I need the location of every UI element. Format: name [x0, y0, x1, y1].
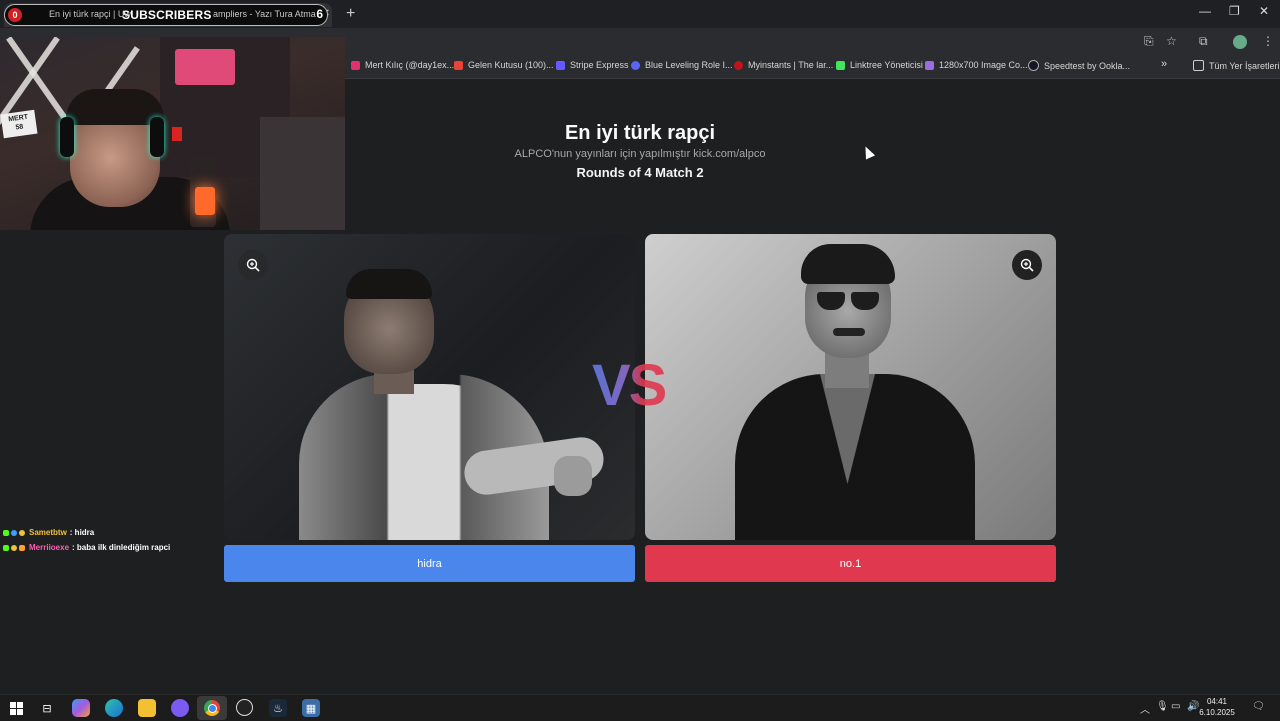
- sub-badge-icon: [11, 529, 17, 536]
- system-clock[interactable]: 04:41 6.10.2025: [1196, 696, 1238, 718]
- tab-title-end: ampliers - Yazı Tura Atma: [213, 9, 316, 19]
- bookmark-item[interactable]: Blue Leveling Role I...: [631, 60, 733, 70]
- photo-fist: [554, 456, 592, 496]
- bookmark-item[interactable]: Mert Kılıç (@day1ex...: [351, 60, 454, 70]
- mic-light: [195, 187, 215, 215]
- bookmark-item[interactable]: 1280x700 Image Co...: [925, 60, 1028, 70]
- keyboard-decor: [175, 49, 235, 85]
- notifications-icon[interactable]: 🗨: [1252, 701, 1265, 712]
- chrome-icon: [204, 700, 220, 716]
- bookmark-item[interactable]: Linktree Yöneticisi: [836, 60, 923, 70]
- streamer-hair: [66, 89, 164, 125]
- discord-app-icon[interactable]: [171, 699, 189, 717]
- vs-label: VS: [592, 353, 667, 418]
- tray-overflow-icon[interactable]: ︿: [1140, 701, 1150, 716]
- clock-date: 6.10.2025: [1199, 708, 1235, 717]
- subscriber-count: 6: [316, 7, 323, 21]
- stream-chat-overlay: Sametbtw : hidra Merriioexe : baba ilk d…: [3, 525, 170, 555]
- network-icon[interactable]: ▭: [1171, 701, 1180, 712]
- chat-username: Merriioexe: [29, 543, 70, 552]
- task-view-icon[interactable]: ⊟: [38, 699, 56, 717]
- subscriber-counter-overlay: 0 En iyi türk rapçi | Uw SUBSCRIBERS amp…: [4, 4, 328, 26]
- calculator-icon[interactable]: ▦: [302, 699, 320, 717]
- file-explorer-icon[interactable]: [138, 699, 156, 717]
- microphone-icon[interactable]: 🎙: [1156, 701, 1169, 712]
- bookmark-star-icon[interactable]: ☆: [1166, 34, 1177, 48]
- chat-text: : hidra: [69, 528, 95, 537]
- speedtest-icon: [1028, 60, 1039, 71]
- bookmark-item[interactable]: Speedtest by Ookla...: [1028, 60, 1130, 71]
- stripe-icon: [556, 60, 565, 70]
- gift-badge-icon: [11, 544, 17, 551]
- copilot-icon[interactable]: [72, 699, 90, 717]
- clock-time: 04:41: [1206, 697, 1228, 706]
- gmail-icon: [454, 60, 463, 70]
- bookmark-item[interactable]: Myinstants | The lar...: [734, 60, 833, 70]
- kick-badge-icon: [3, 529, 9, 536]
- chat-message: Sametbtw : hidra: [3, 525, 170, 540]
- tab-strip: U ✕ 0 En iyi türk rapçi | Uw SUBSCRIBERS…: [0, 0, 1280, 28]
- chat-message: Merriioexe : baba ilk dinlediğim rapci: [3, 540, 170, 555]
- bookmark-item[interactable]: Stripe Express: [556, 60, 629, 70]
- chat-text: : baba ilk dinlediğim rapci: [72, 543, 171, 552]
- vote-left-button[interactable]: hidra: [224, 545, 635, 582]
- profile-avatar[interactable]: [1233, 35, 1247, 49]
- obs-icon[interactable]: [236, 699, 253, 716]
- page-title: En iyi türk rapçi: [564, 122, 716, 144]
- kick-badge-icon: [3, 544, 9, 551]
- edge-icon[interactable]: [105, 699, 123, 717]
- bookmark-item[interactable]: Gelen Kutusu (100)...: [454, 60, 554, 70]
- sub-badge-icon: [19, 544, 25, 551]
- chrome-taskbar-item[interactable]: [197, 696, 227, 720]
- menu-kebab-icon[interactable]: ⋮: [1262, 34, 1274, 48]
- image-converter-icon: [925, 60, 934, 70]
- page-subtitle: ALPCO'nun yayınları için yapılmıştır kic…: [514, 148, 766, 160]
- chat-username: Sametbtw: [29, 528, 67, 537]
- steam-icon[interactable]: ♨: [269, 699, 287, 717]
- translate-icon[interactable]: ⎘: [1144, 34, 1154, 49]
- photo-hair: [801, 244, 895, 284]
- windows-taskbar: ⊟ ♨ ▦ ︿ 🎙 ▭ 🔊 04:41 6.10.2025 🗨: [0, 694, 1280, 721]
- bookmarks-overflow-icon[interactable]: »: [1161, 58, 1167, 70]
- minimize-button[interactable]: —: [1199, 4, 1211, 18]
- extensions-icon[interactable]: ⧉: [1199, 34, 1208, 49]
- instagram-icon: [351, 60, 360, 70]
- myinstants-icon: [734, 60, 743, 70]
- new-tab-button[interactable]: +: [346, 5, 355, 23]
- zoom-in-icon[interactable]: [238, 250, 268, 280]
- photo-hair: [346, 269, 432, 299]
- photo-mustache: [833, 328, 865, 336]
- subscriber-badge: 0: [8, 8, 22, 22]
- left-contestant-image[interactable]: [224, 234, 635, 540]
- zoom-in-icon[interactable]: [1012, 250, 1042, 280]
- right-contestant-image[interactable]: [645, 234, 1056, 540]
- restore-button[interactable]: ❐: [1229, 4, 1240, 18]
- vote-right-button[interactable]: no.1: [645, 545, 1056, 582]
- discord-icon: [631, 60, 640, 70]
- linktree-icon: [836, 60, 845, 70]
- round-info: Rounds of 4 Match 2: [576, 165, 704, 180]
- all-bookmarks-button[interactable]: Tüm Yer İşaretleri: [1193, 60, 1280, 71]
- folder-icon: [1193, 60, 1204, 71]
- close-window-button[interactable]: ✕: [1259, 4, 1269, 18]
- gift-badge-icon: [19, 529, 25, 536]
- tab-title-start: En iyi türk rapçi | Uw: [49, 9, 131, 19]
- subscriber-label: SUBSCRIBERS: [122, 8, 212, 22]
- windows-start-icon[interactable]: [7, 699, 25, 717]
